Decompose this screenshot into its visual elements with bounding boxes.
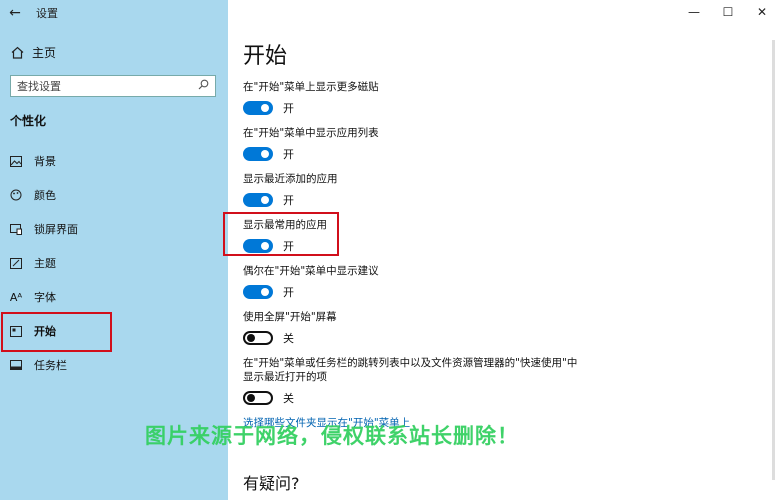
- sidebar-item-lock-screen[interactable]: 锁屏界面: [0, 214, 228, 244]
- lock-screen-icon: [10, 223, 22, 235]
- sidebar-item-taskbar[interactable]: 任务栏: [0, 350, 228, 380]
- setting-label: 在"开始"菜单或任务栏的跳转列表中以及文件资源管理器的"快速使用"中: [243, 357, 578, 369]
- section-heading: 个性化: [10, 114, 47, 128]
- taskbar-icon: [10, 359, 22, 371]
- sidebar-item-label: 字体: [34, 291, 56, 304]
- setting-label: 使用全屏"开始"屏幕: [243, 311, 337, 323]
- questions-heading: 有疑问?: [243, 474, 300, 493]
- sidebar-item-colors[interactable]: 颜色: [0, 180, 228, 210]
- sidebar-item-fonts[interactable]: Aᴬ 字体: [0, 282, 228, 312]
- search-placeholder: 查找设置: [17, 80, 61, 93]
- window-controls: — ☐ ✕: [677, 0, 779, 26]
- setting-label: 显示最近添加的应用: [243, 173, 338, 185]
- palette-icon: [10, 189, 22, 201]
- scrollbar[interactable]: [772, 40, 775, 480]
- home-label: 主页: [32, 46, 57, 60]
- setting-more-tiles: 在"开始"菜单上显示更多磁贴 开: [243, 80, 603, 116]
- minimize-button[interactable]: —: [677, 0, 711, 26]
- picture-icon: [10, 155, 22, 167]
- setting-fullscreen-start: 使用全屏"开始"屏幕 关: [243, 310, 603, 346]
- sidebar-item-home[interactable]: 主页: [10, 44, 56, 61]
- toggle-switch[interactable]: [243, 147, 273, 161]
- highlight-box-most-used: [223, 212, 339, 256]
- page-title: 开始: [243, 44, 288, 69]
- toggle-switch[interactable]: [243, 101, 273, 115]
- highlight-box-start: [1, 312, 112, 352]
- search-icon: [198, 79, 209, 93]
- setting-suggestions: 偶尔在"开始"菜单中显示建议 开: [243, 264, 603, 300]
- sidebar-item-label: 背景: [34, 155, 56, 168]
- setting-label: 在"开始"菜单中显示应用列表: [243, 127, 379, 139]
- setting-app-list: 在"开始"菜单中显示应用列表 开: [243, 126, 603, 162]
- toggle-state: 开: [283, 194, 294, 207]
- setting-label: 偶尔在"开始"菜单中显示建议: [243, 265, 379, 277]
- toggle-switch[interactable]: [243, 331, 273, 345]
- setting-label-line2: 显示最近打开的项: [243, 371, 327, 383]
- setting-recent-items: 在"开始"菜单或任务栏的跳转列表中以及文件资源管理器的"快速使用"中 显示最近打…: [243, 356, 603, 406]
- theme-icon: [10, 257, 22, 269]
- search-input[interactable]: 查找设置: [10, 75, 216, 97]
- sidebar-item-themes[interactable]: 主题: [0, 248, 228, 278]
- toggle-switch[interactable]: [243, 285, 273, 299]
- watermark-text: 图片来源于网络，侵权联系站长删除！: [145, 424, 519, 448]
- sidebar-item-label: 颜色: [34, 189, 56, 202]
- setting-label: 在"开始"菜单上显示更多磁贴: [243, 81, 379, 93]
- app-title: 设置: [36, 7, 58, 20]
- sidebar-item-label: 任务栏: [34, 359, 67, 372]
- toggle-state: 开: [283, 148, 294, 161]
- title-bar: ← 设置: [0, 0, 228, 26]
- sidebar-item-background[interactable]: 背景: [0, 146, 228, 176]
- setting-recently-added: 显示最近添加的应用 开: [243, 172, 603, 208]
- toggle-state: 关: [283, 392, 294, 405]
- back-arrow-icon[interactable]: ←: [0, 5, 30, 21]
- home-icon: [10, 46, 24, 60]
- toggle-state: 开: [283, 286, 294, 299]
- close-button[interactable]: ✕: [745, 0, 779, 26]
- maximize-button[interactable]: ☐: [711, 0, 745, 26]
- sidebar-item-label: 锁屏界面: [34, 223, 78, 236]
- toggle-state: 关: [283, 332, 294, 345]
- font-icon: Aᴬ: [9, 290, 23, 304]
- sidebar-item-label: 主题: [34, 257, 56, 270]
- toggle-switch[interactable]: [243, 193, 273, 207]
- toggle-state: 开: [283, 102, 294, 115]
- toggle-switch[interactable]: [243, 391, 273, 405]
